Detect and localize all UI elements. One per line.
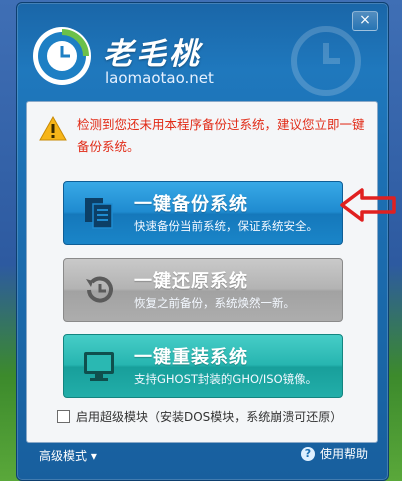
backup-subtitle: 快速备份当前系统，保证系统安全。 [134,219,318,233]
backup-title: 一键备份系统 [134,194,248,215]
advanced-mode-menu[interactable]: 高级模式 ▾ [39,447,97,464]
red-arrow-annotation-icon [340,188,396,222]
advanced-option-checkbox[interactable] [57,410,70,423]
backup-system-button[interactable]: 一键备份系统 快速备份当前系统，保证系统安全。 [63,181,343,245]
clock-watermark-icon [291,26,361,96]
reinstall-system-button[interactable]: 一键重装系统 支持GHOST封装的GHO/ISO镜像。 [63,334,343,398]
advanced-option-label: 启用超级模块（安装DOS模块，系统崩溃可还原） [76,410,343,424]
restore-clock-icon [86,276,113,303]
document-copy-icon [85,198,113,229]
main-panel: 检测到您还未用本程序备份过系统，建议您立即一键备份系统。 一键备份系统 快速备份… [26,101,378,443]
help-icon: ? [300,446,315,461]
brand-name: 老毛桃 [103,37,202,72]
reinstall-title: 一键重装系统 [134,347,248,368]
app-window: × 老毛桃 laomaotao.net 检测到您还未用本程序备份过系统，建议您立… [16,2,389,481]
advanced-option-row[interactable]: 启用超级模块（安装DOS模块，系统崩溃可还原） [57,408,342,425]
help-link[interactable]: ? 使用帮助 [300,445,368,462]
monitor-icon [84,352,114,381]
reinstall-subtitle: 支持GHOST封装的GHO/ISO镜像。 [134,372,318,386]
logo-icon [33,27,91,85]
restore-subtitle: 恢复之前备份，系统焕然一新。 [134,296,295,310]
warning-icon [39,116,67,141]
restore-system-button[interactable]: 一键还原系统 恢复之前备份，系统焕然一新。 [63,258,343,322]
restore-title: 一键还原系统 [134,271,248,292]
warning-message: 检测到您还未用本程序备份过系统，建议您立即一键备份系统。 [77,117,365,154]
brand-domain: laomaotao.net [105,69,214,87]
help-label: 使用帮助 [319,447,368,461]
